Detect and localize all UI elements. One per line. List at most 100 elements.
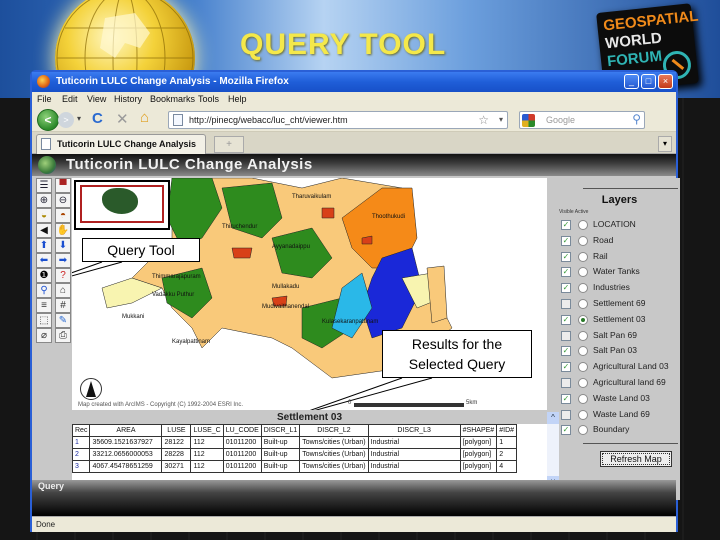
google-engine-icon[interactable] bbox=[522, 114, 535, 127]
menu-help[interactable]: Help bbox=[228, 94, 247, 104]
layer-visible-checkbox[interactable] bbox=[561, 330, 571, 341]
refresh-map-button[interactable]: Refresh Map bbox=[600, 451, 672, 467]
layer-active-radio[interactable] bbox=[578, 251, 588, 262]
layer-visible-checkbox[interactable]: ✓ bbox=[561, 393, 571, 404]
column-header[interactable]: DISCR_L2 bbox=[299, 424, 369, 437]
zoom-active-icon[interactable]: ◓ bbox=[55, 208, 71, 223]
back-button[interactable]: < bbox=[37, 109, 59, 131]
legend-toggle-icon[interactable]: ☰ bbox=[36, 178, 52, 193]
layer-active-radio[interactable] bbox=[578, 378, 588, 388]
layer-active-radio[interactable] bbox=[578, 314, 588, 325]
table-row[interactable]: 3 4067.45478651259 30271 112 01011200 Built-u… bbox=[72, 460, 518, 473]
results-vertical-scrollbar[interactable]: ^ v bbox=[547, 412, 559, 488]
pan-east-icon[interactable]: ➡ bbox=[55, 253, 71, 268]
buffer-icon[interactable]: ≡ bbox=[36, 298, 52, 313]
layer-visible-checkbox[interactable]: ✓ bbox=[561, 314, 571, 325]
menu-view[interactable]: View bbox=[87, 94, 106, 104]
identify-icon[interactable]: ❶ bbox=[36, 268, 52, 283]
menu-bookmarks[interactable]: Bookmarks bbox=[150, 94, 195, 104]
measure-icon[interactable]: ⌂ bbox=[55, 283, 71, 298]
overview-toggle-icon[interactable]: ▀ bbox=[55, 178, 71, 193]
layer-visible-checkbox[interactable]: ✓ bbox=[561, 283, 571, 294]
close-button[interactable]: × bbox=[658, 74, 673, 89]
record-link[interactable]: 3 bbox=[72, 460, 91, 473]
layer-visible-checkbox[interactable]: ✓ bbox=[561, 251, 571, 262]
column-header[interactable]: AREA bbox=[89, 424, 163, 437]
settlement-region[interactable] bbox=[231, 247, 253, 259]
column-header[interactable]: LUSE_C bbox=[190, 424, 224, 437]
select-rect-icon[interactable]: ⬚ bbox=[36, 313, 52, 328]
layer-visible-checkbox[interactable]: ✓ bbox=[561, 362, 571, 373]
menu-file[interactable]: File bbox=[37, 94, 52, 104]
layer-active-radio[interactable] bbox=[578, 283, 588, 294]
query-tool-icon[interactable]: ? bbox=[55, 268, 71, 283]
search-icon[interactable]: ⚲ bbox=[632, 112, 641, 126]
menu-tools[interactable]: Tools bbox=[198, 94, 219, 104]
menu-edit[interactable]: Edit bbox=[62, 94, 78, 104]
stop-icon[interactable]: ✕ bbox=[116, 110, 129, 128]
layer-active-radio[interactable] bbox=[578, 393, 588, 404]
layer-active-radio[interactable] bbox=[578, 330, 588, 341]
layer-visible-checkbox[interactable]: ✓ bbox=[561, 346, 571, 357]
select-line-icon[interactable]: ✎ bbox=[55, 313, 71, 328]
layer-visible-checkbox[interactable] bbox=[561, 378, 571, 388]
search-bar[interactable]: Google ⚲ bbox=[519, 111, 645, 129]
history-dropdown-icon[interactable]: ▾ bbox=[77, 114, 81, 123]
pan-north-icon[interactable]: ⬆ bbox=[36, 238, 52, 253]
layer-active-radio[interactable] bbox=[578, 299, 588, 309]
pan-south-icon[interactable]: ⬇ bbox=[55, 238, 71, 253]
layer-active-radio[interactable] bbox=[578, 362, 588, 373]
table-row[interactable]: 2 33212.0656000053 28228 112 01011200 Built-u… bbox=[72, 448, 518, 461]
layer-visible-checkbox[interactable]: ✓ bbox=[561, 267, 571, 278]
column-header[interactable]: LUSE bbox=[161, 424, 192, 437]
layer-visible-checkbox[interactable] bbox=[561, 409, 571, 420]
layer-visible-checkbox[interactable]: ✓ bbox=[561, 425, 571, 436]
layer-active-radio[interactable] bbox=[578, 267, 588, 278]
tab-list-button[interactable]: ▾ bbox=[658, 136, 672, 152]
record-link[interactable]: 2 bbox=[72, 448, 91, 461]
column-header[interactable]: #SHAPE# bbox=[459, 424, 498, 437]
column-header[interactable]: #ID# bbox=[496, 424, 518, 437]
print-icon[interactable]: ⎙ bbox=[55, 328, 71, 343]
map-view[interactable]: Tharuvaikulam Thiruchendur Ayyanadaippu Tho… bbox=[72, 178, 547, 410]
table-row[interactable]: 1 35609.1521637927 28122 112 01011200 Built-u… bbox=[72, 436, 518, 449]
record-link[interactable]: 1 bbox=[72, 436, 91, 449]
zoom-full-icon[interactable]: ◒ bbox=[36, 208, 52, 223]
find-binoculars-icon[interactable]: ⚲ bbox=[36, 283, 52, 298]
pan-hand-icon[interactable]: ✋ bbox=[55, 223, 71, 238]
back-extent-icon[interactable]: ◀ bbox=[36, 223, 52, 238]
column-header[interactable]: DISCR_L3 bbox=[367, 424, 461, 437]
layer-visible-checkbox[interactable]: ✓ bbox=[561, 220, 571, 230]
layer-active-radio[interactable] bbox=[578, 220, 588, 230]
zoom-out-icon[interactable]: ⊖ bbox=[55, 193, 71, 208]
layer-visible-checkbox[interactable] bbox=[561, 299, 571, 309]
url-bar[interactable]: http://pinecg/webacc/luc_cht/viewer.htm … bbox=[168, 111, 508, 129]
scroll-up-icon[interactable]: ^ bbox=[547, 412, 559, 424]
window-titlebar[interactable]: Tuticorin LULC Change Analysis - Mozilla… bbox=[32, 72, 676, 92]
menu-history[interactable]: History bbox=[114, 94, 142, 104]
maximize-button[interactable]: □ bbox=[641, 74, 656, 89]
zoom-in-icon[interactable]: ⊕ bbox=[36, 193, 52, 208]
url-dropdown-icon[interactable]: ▾ bbox=[499, 115, 503, 124]
url-text[interactable]: http://pinecg/webacc/luc_cht/viewer.htm bbox=[189, 115, 348, 125]
reload-icon[interactable]: C bbox=[92, 110, 103, 127]
settlement-region[interactable] bbox=[321, 207, 335, 219]
layer-active-radio[interactable] bbox=[578, 409, 588, 420]
column-header[interactable]: DISCR_L1 bbox=[260, 424, 301, 437]
column-header[interactable]: Rec bbox=[72, 424, 91, 437]
overview-map[interactable] bbox=[74, 180, 170, 230]
layer-active-radio[interactable] bbox=[578, 346, 588, 357]
grid-icon[interactable]: # bbox=[55, 298, 71, 313]
forward-button[interactable]: > bbox=[58, 112, 74, 128]
home-icon[interactable]: ⌂ bbox=[140, 109, 149, 126]
tab-tuticorin[interactable]: Tuticorin LULC Change Analysis bbox=[36, 134, 206, 154]
layer-active-radio[interactable] bbox=[578, 425, 588, 436]
minimize-button[interactable]: _ bbox=[624, 74, 639, 89]
pan-west-icon[interactable]: ⬅ bbox=[36, 253, 52, 268]
new-tab-button[interactable]: + bbox=[214, 136, 244, 153]
search-input[interactable]: Google bbox=[546, 115, 575, 125]
column-header[interactable]: LU_CODE bbox=[222, 424, 262, 437]
layer-active-radio[interactable] bbox=[578, 235, 588, 246]
bookmark-star-icon[interactable]: ☆ bbox=[478, 113, 489, 127]
clear-selection-icon[interactable]: ⌀ bbox=[36, 328, 52, 343]
